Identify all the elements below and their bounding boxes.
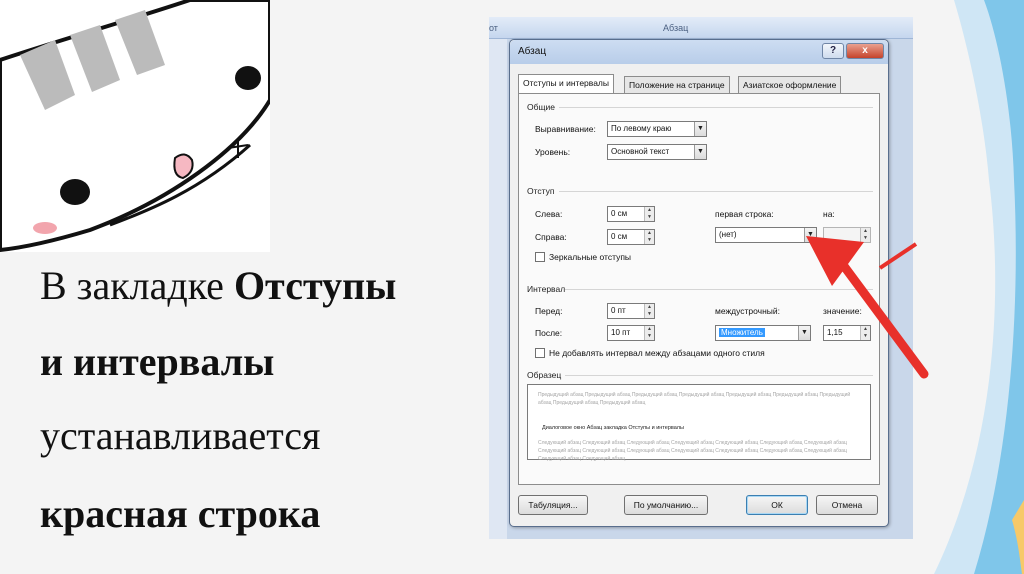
word-background — [489, 39, 507, 539]
tab-line-page-breaks[interactable]: Положение на странице — [624, 76, 730, 94]
slide-text-line-2: и интервалы — [40, 339, 275, 384]
decorative-swoosh — [894, 0, 1024, 574]
spinner-arrows-icon[interactable]: ▲ ▼ — [644, 326, 654, 340]
left-indent-label: Слева: — [535, 209, 563, 219]
alignment-label: Выравнивание: — [535, 124, 596, 134]
tab-indents-spacing[interactable]: Отступы и интервалы — [518, 74, 614, 94]
spacing-value-label: значение: — [823, 306, 862, 316]
preview-next-paragraph: Следующий абзац Следующий абзац Следующи… — [538, 440, 847, 462]
before-label: Перед: — [535, 306, 563, 316]
word-screenshot: от Абзац Абзац ? x Отступы и интервалы П… — [489, 17, 913, 539]
slide-text-line-1: В закладке Отступы — [40, 263, 397, 308]
alignment-value: По левому краю — [611, 124, 672, 133]
level-select[interactable]: Основной текст ▼ — [607, 144, 707, 160]
tab-panel: Общие Выравнивание: По левому краю ▼ Уро… — [518, 93, 880, 485]
chevron-down-icon[interactable]: ▼ — [798, 326, 810, 340]
after-value: 10 пт — [611, 328, 631, 337]
spinner-arrows-icon[interactable]: ▲ ▼ — [644, 207, 654, 221]
spinner-arrows-icon[interactable]: ▲ ▼ — [644, 304, 654, 318]
slide-text-line-3: устанавливается — [40, 413, 321, 458]
spacing-heading: Интервал — [527, 284, 566, 294]
ribbon-group-label: Абзац — [663, 23, 689, 33]
alignment-select[interactable]: По левому краю ▼ — [607, 121, 707, 137]
preview-divider — [565, 375, 873, 376]
after-input[interactable]: 10 пт ▲ ▼ — [607, 325, 655, 341]
first-line-value: (нет) — [719, 230, 737, 239]
general-divider — [559, 107, 873, 108]
right-indent-input[interactable]: 0 см ▲ ▼ — [607, 229, 655, 245]
line-spacing-value: Множитель — [719, 328, 765, 337]
spacing-divider — [565, 289, 873, 290]
mirror-indents-checkbox[interactable] — [535, 252, 545, 262]
set-default-button[interactable]: По умолчанию... — [624, 495, 708, 515]
level-value: Основной текст — [611, 147, 670, 156]
line-spacing-select[interactable]: Множитель ▼ — [715, 325, 811, 341]
right-indent-label: Справа: — [535, 232, 567, 242]
preview-box: Предыдущий абзац Предыдущий абзац Предыд… — [527, 384, 871, 462]
indent-heading: Отступ — [527, 186, 555, 196]
before-value: 0 пт — [611, 306, 626, 315]
help-button[interactable]: ? — [822, 43, 844, 59]
close-button[interactable]: x — [846, 43, 884, 59]
first-line-select[interactable]: (нет) ▼ — [715, 227, 817, 243]
dialog-titlebar: Абзац ? x — [510, 40, 888, 64]
spacing-value-value: 1,15 — [827, 328, 843, 337]
after-label: После: — [535, 328, 563, 338]
tab-asian-typography[interactable]: Азиатское оформление — [738, 76, 842, 94]
ribbon-fragment-label: от — [489, 23, 498, 33]
chevron-down-icon[interactable]: ▼ — [694, 122, 706, 136]
spacing-value-input[interactable]: 1,15 ▲ ▼ — [823, 325, 871, 341]
spinner-arrows-icon[interactable]: ▲ ▼ — [860, 228, 870, 242]
no-space-checkbox[interactable] — [535, 348, 545, 358]
preview-heading: Образец — [527, 370, 562, 380]
cat-illustration — [0, 0, 270, 252]
tabs-button[interactable]: Табуляция... — [518, 495, 588, 515]
left-indent-input[interactable]: 0 см ▲ ▼ — [607, 206, 655, 222]
before-input[interactable]: 0 пт ▲ ▼ — [607, 303, 655, 319]
level-label: Уровень: — [535, 147, 571, 157]
preview-sample-paragraph: Диалоговое окно Абзац закладка Отступы и… — [542, 425, 684, 431]
first-line-label: первая строка: — [715, 209, 774, 219]
spinner-arrows-icon[interactable]: ▲ ▼ — [644, 230, 654, 244]
chevron-down-icon[interactable]: ▼ — [804, 228, 816, 242]
dialog-title: Абзац — [518, 46, 547, 57]
no-space-label: Не добавлять интервал между абзацами одн… — [549, 348, 765, 358]
by-input[interactable]: ▲ ▼ — [823, 227, 871, 243]
left-indent-value: 0 см — [611, 209, 628, 218]
slide-text-line-4: красная строка — [40, 491, 321, 536]
mirror-indents-label: Зеркальные отступы — [549, 252, 632, 262]
right-indent-value: 0 см — [611, 232, 628, 241]
by-label: на: — [823, 209, 835, 219]
spinner-arrows-icon[interactable]: ▲ ▼ — [860, 326, 870, 340]
line-spacing-label: междустрочный: — [715, 306, 781, 316]
ok-button[interactable]: ОК — [746, 495, 808, 515]
preview-previous-paragraph: Предыдущий абзац Предыдущий абзац Предыд… — [538, 392, 851, 406]
ribbon-strip: от Абзац — [489, 17, 913, 39]
cancel-button[interactable]: Отмена — [816, 495, 878, 515]
paragraph-dialog: Абзац ? x Отступы и интервалы Положение … — [509, 39, 889, 527]
general-heading: Общие — [527, 102, 555, 112]
chevron-down-icon[interactable]: ▼ — [694, 145, 706, 159]
indent-divider — [559, 191, 873, 192]
